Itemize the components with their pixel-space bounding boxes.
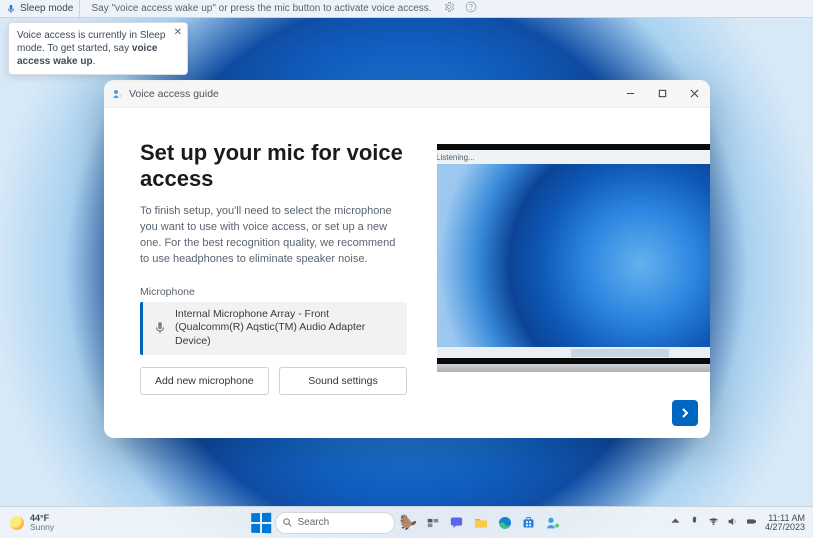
sun-icon: [10, 516, 24, 530]
add-microphone-button[interactable]: Add new microphone: [140, 367, 269, 395]
explorer-icon[interactable]: [471, 513, 491, 533]
voice-access-guide-window: Voice access guide Set up your mic for v…: [104, 80, 710, 438]
mic-toggle[interactable]: Sleep mode: [0, 0, 80, 17]
listening-indicator: Listening...: [437, 150, 710, 164]
mic-icon: [153, 321, 167, 335]
chat-icon[interactable]: [447, 513, 467, 533]
store-icon[interactable]: [519, 513, 539, 533]
titlebar: Voice access guide: [104, 80, 710, 108]
voice-access-icon[interactable]: [543, 513, 563, 533]
voice-access-hint: Say "voice access wake up" or press the …: [80, 3, 442, 14]
maximize-button[interactable]: [646, 80, 678, 108]
page-description: To finish setup, you'll need to select t…: [140, 204, 407, 268]
close-icon[interactable]: ✕: [174, 26, 182, 39]
voice-access-mode: Sleep mode: [20, 3, 73, 14]
battery-icon[interactable]: [746, 516, 757, 530]
task-view-icon[interactable]: [423, 513, 443, 533]
app-icon: [112, 88, 124, 100]
search-icon: [282, 517, 293, 528]
clock[interactable]: 11:11 AM 4/27/2023: [765, 514, 805, 532]
start-button[interactable]: [251, 512, 271, 532]
chevron-up-icon[interactable]: [670, 516, 681, 530]
wifi-icon[interactable]: [708, 516, 719, 530]
help-icon[interactable]: [465, 1, 477, 16]
microphone-name: Internal Microphone Array - Front (Qualc…: [175, 308, 397, 349]
close-button[interactable]: [678, 80, 710, 108]
microphone-label: Microphone: [140, 286, 407, 298]
microphone-selection[interactable]: Internal Microphone Array - Front (Qualc…: [140, 302, 407, 355]
weather-widget[interactable]: 44°F Sunny: [0, 514, 54, 532]
sound-settings-button[interactable]: Sound settings: [279, 367, 408, 395]
voice-access-bar: Sleep mode Say "voice access wake up" or…: [0, 0, 813, 18]
taskbar: 44°F Sunny Search 🦫 11:11 AM 4/27/2023: [0, 506, 813, 538]
search-box[interactable]: Search: [275, 512, 395, 534]
taskbar-app-1[interactable]: 🦫: [399, 513, 419, 533]
speaker-icon[interactable]: [727, 516, 738, 530]
voice-access-tooltip: ✕ Voice access is currently in Sleep mod…: [8, 22, 188, 75]
settings-icon[interactable]: [443, 1, 455, 16]
page-heading: Set up your mic for voice access: [140, 140, 407, 192]
edge-icon[interactable]: [495, 513, 515, 533]
mic-tray-icon[interactable]: [689, 516, 700, 530]
next-button[interactable]: [672, 400, 698, 426]
mic-icon: [6, 4, 16, 14]
laptop-illustration: Listening...: [437, 144, 710, 372]
window-title: Voice access guide: [129, 88, 219, 100]
minimize-button[interactable]: [614, 80, 646, 108]
weather-cond: Sunny: [30, 523, 54, 532]
